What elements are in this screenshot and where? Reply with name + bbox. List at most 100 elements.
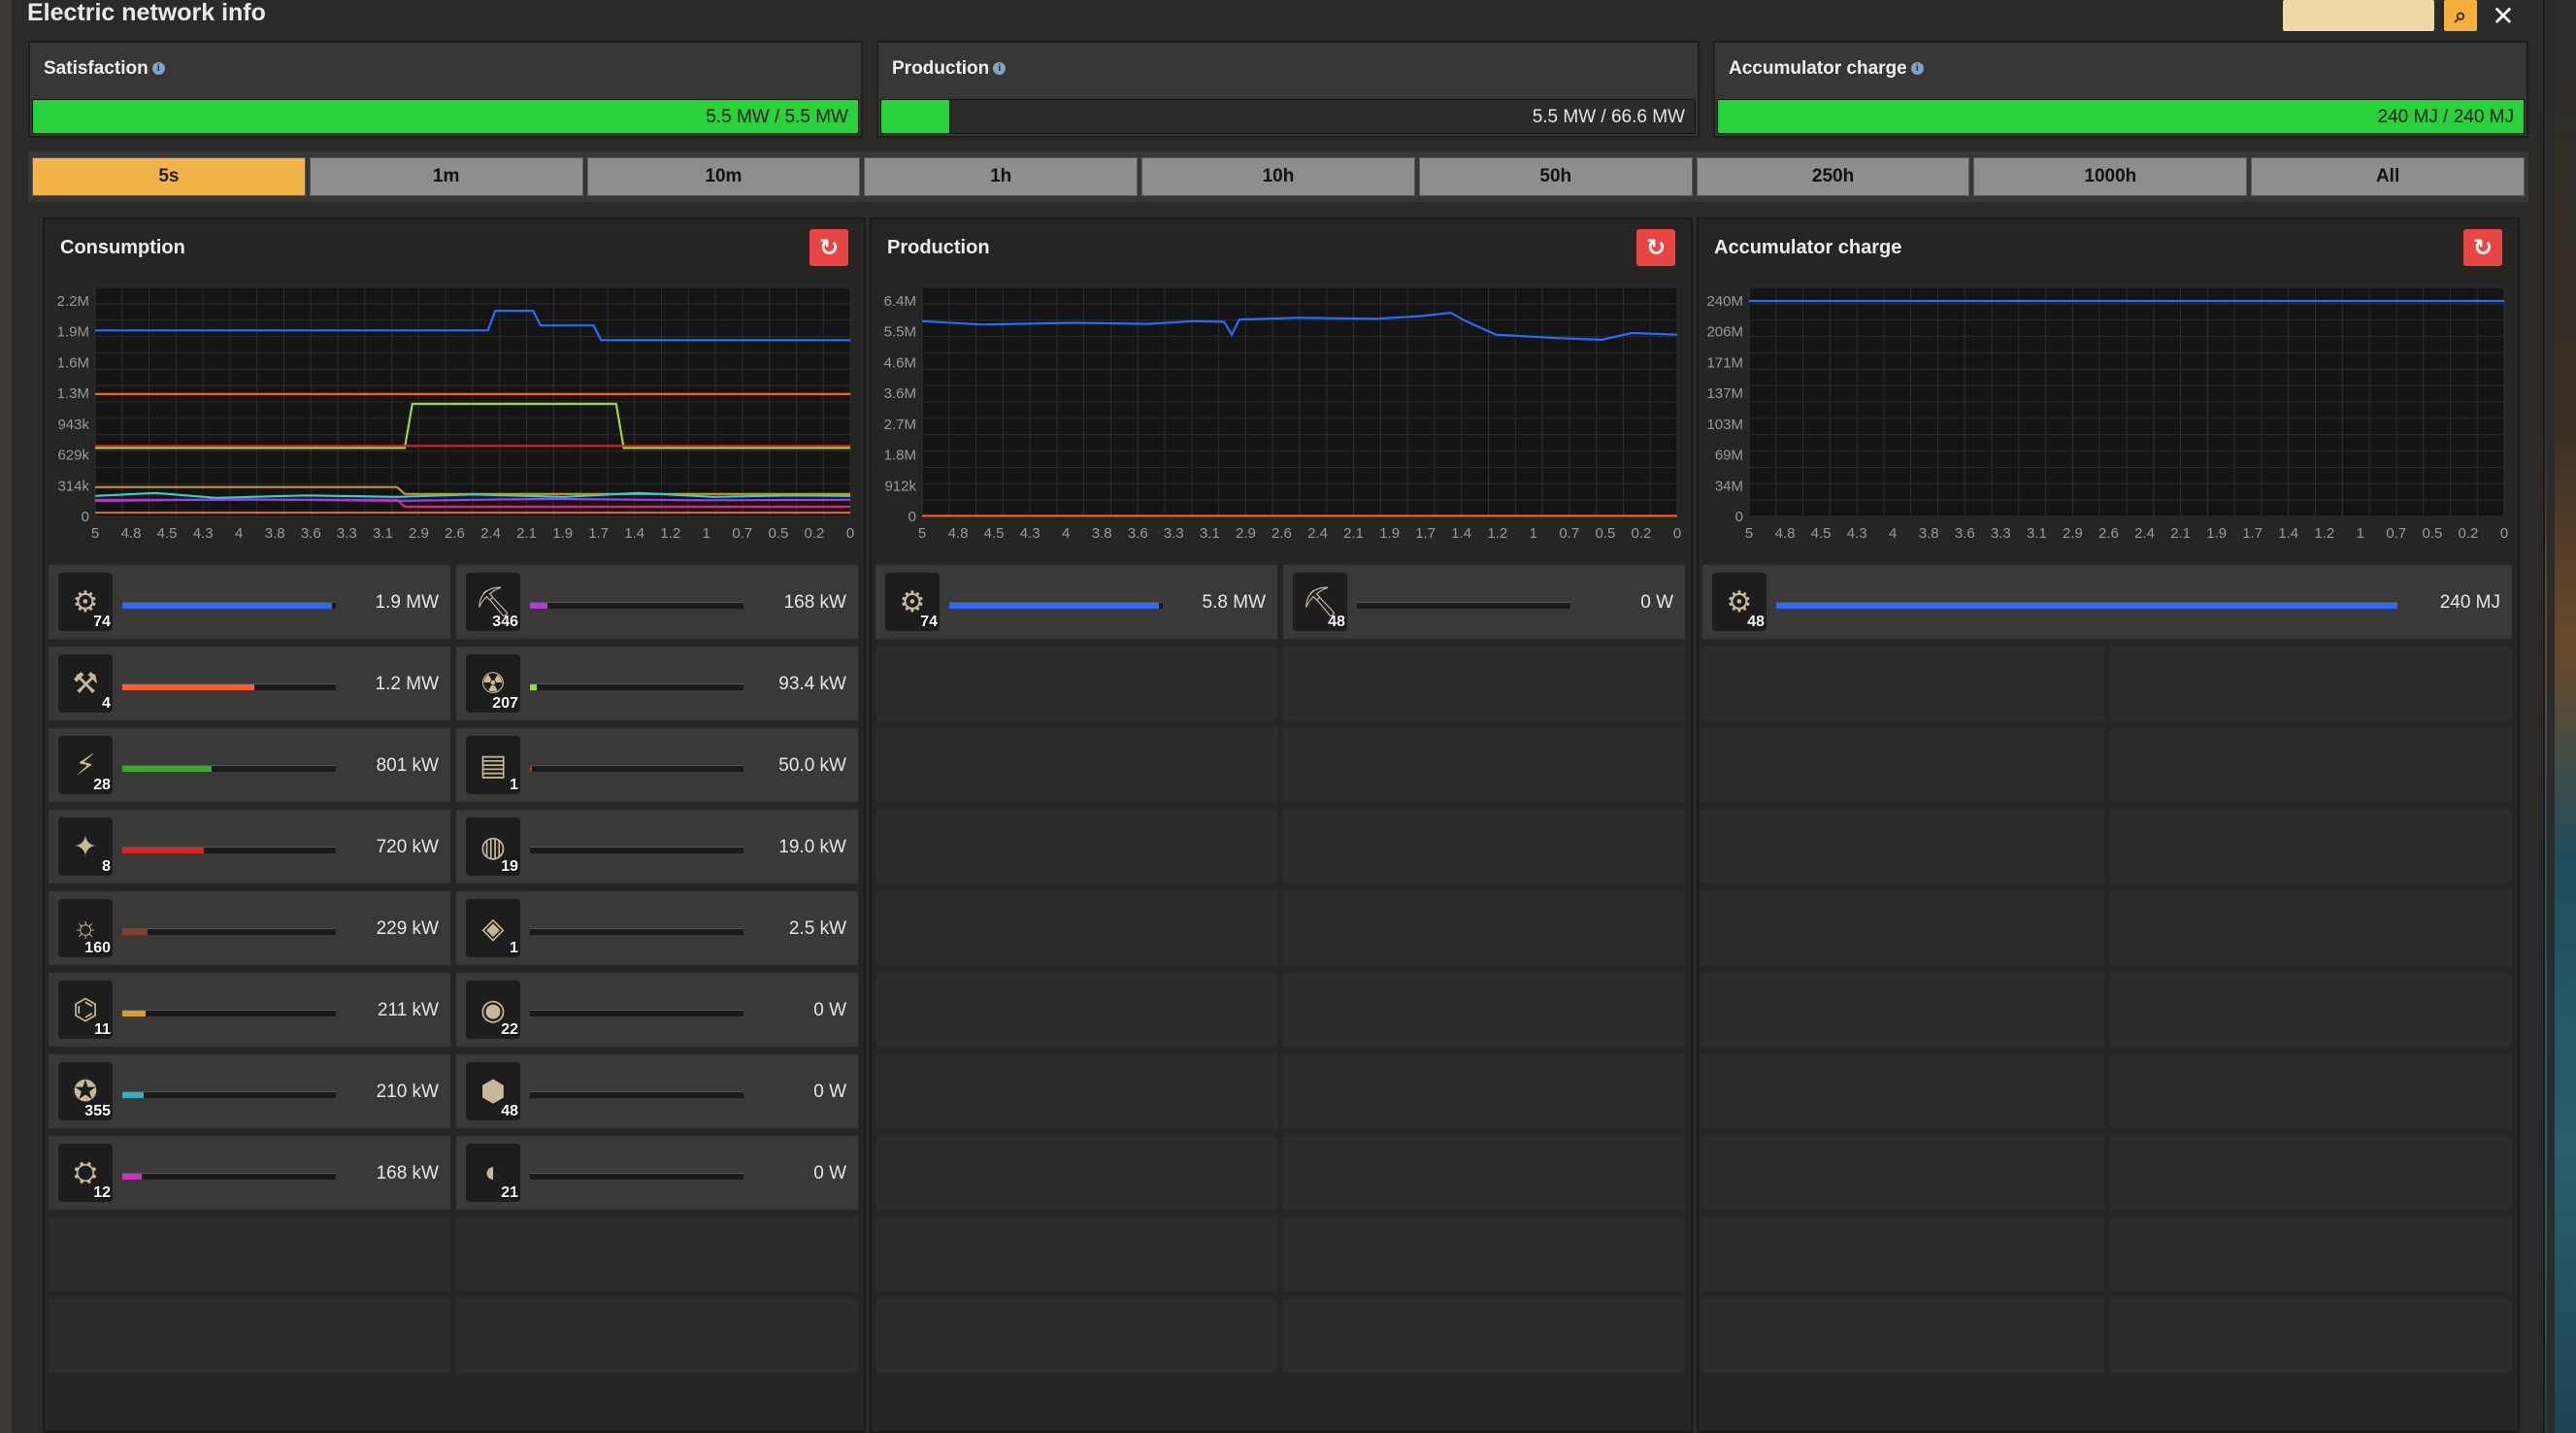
time-range-10h[interactable]: 10h: [1141, 157, 1415, 196]
power-value: 19.0 kW: [778, 837, 846, 857]
time-range-50h[interactable]: 50h: [1418, 157, 1693, 196]
accumulator-bar: 240 MJ / 240 MJ: [1717, 99, 2525, 134]
empty-slot: [2110, 891, 2512, 969]
time-range-1h[interactable]: 1h: [864, 157, 1139, 196]
accumulator-label: Accumulator charge: [1729, 58, 1907, 79]
list-item[interactable]: ⚙ 74 5.8 MW: [875, 565, 1277, 643]
list-item[interactable]: ⛭ 12 168 kW: [49, 1136, 450, 1214]
y-tick-label: 69M: [1715, 448, 1743, 464]
y-tick-label: 0: [1735, 509, 1743, 525]
entity-count: 12: [93, 1184, 111, 1201]
accumulator-graph: 240M206M171M137M103M69M34M05 4.8 4.5 4.3 4 3.…: [1706, 286, 2508, 542]
list-item[interactable]: ⌬ 11 211 kW: [49, 973, 450, 1050]
list-item[interactable]: ☢ 207 93.4 kW: [456, 647, 858, 724]
power-value: 93.4 kW: [778, 674, 846, 694]
empty-slot: [1702, 891, 2104, 969]
electric-network-window: Electric network info ⌕ ✕ Satisfaction i …: [12, 0, 2543, 1433]
x-tick-label: 4.8: [1775, 525, 1796, 542]
power-value: 210 kW: [376, 1082, 439, 1102]
empty-slot: [2110, 1136, 2512, 1214]
x-tick-label: 5: [91, 525, 99, 542]
x-tick-label: 0.7: [732, 525, 752, 542]
list-item[interactable]: ◈ 1 2.5 kW: [456, 891, 858, 969]
list-item[interactable]: ⛏ 48 0 W: [1283, 565, 1685, 643]
power-bar-fill: [530, 603, 547, 609]
production-reset-button[interactable]: ↻: [1636, 229, 1675, 266]
x-tick-label: 4: [235, 525, 243, 542]
machine-icon: ◈: [481, 912, 505, 945]
power-bar: [1776, 602, 2397, 609]
time-range-all[interactable]: All: [2251, 157, 2525, 196]
entity-count: 207: [492, 695, 518, 712]
info-icon[interactable]: i: [1910, 62, 1924, 76]
reset-icon: ↻: [1645, 234, 1667, 261]
empty-slot: [2110, 647, 2512, 724]
x-tick-label: 0.7: [1559, 525, 1579, 542]
entity-count: 160: [84, 940, 111, 956]
consumption-reset-button[interactable]: ↻: [809, 229, 848, 266]
list-item[interactable]: ◍ 19 19.0 kW: [456, 810, 858, 887]
x-tick-label: 2.1: [1343, 525, 1364, 542]
empty-slot: [1283, 1136, 1685, 1214]
info-icon[interactable]: i: [151, 62, 165, 76]
x-tick-label: 0.2: [805, 525, 825, 542]
list-item[interactable]: ⛏ 346 168 kW: [456, 565, 858, 643]
empty-slot: [875, 647, 1277, 724]
entity-icon: ⛭ 12: [58, 1144, 113, 1202]
list-item[interactable]: ⚡ 28 801 kW: [49, 728, 450, 806]
production-graph: 6.4M5.5M4.6M3.6M2.7M1.8M912k05 4.8 4.5 4.3 4…: [884, 286, 1681, 542]
power-value: 168 kW: [783, 592, 846, 613]
time-range-10m[interactable]: 10m: [586, 157, 861, 196]
y-tick-label: 314k: [57, 478, 89, 494]
list-item[interactable]: ◉ 22 0 W: [456, 973, 858, 1050]
info-icon[interactable]: i: [993, 62, 1007, 76]
y-tick-label: 2.7M: [884, 417, 916, 433]
y-tick-label: 1.6M: [57, 354, 89, 371]
empty-slot: [2110, 728, 2512, 806]
power-bar-fill: [122, 848, 204, 853]
list-item[interactable]: ✪ 355 210 kW: [49, 1054, 450, 1132]
search-button[interactable]: ⌕: [2444, 0, 2477, 31]
close-button[interactable]: ✕: [2487, 0, 2520, 31]
x-tick-label: 3.1: [1200, 525, 1220, 542]
x-tick-label: 4.5: [1811, 525, 1832, 542]
accumulator-summary: Accumulator charge i 240 MJ / 240 MJ: [1713, 41, 2528, 138]
list-item[interactable]: ⚙ 74 1.9 MW: [49, 565, 450, 643]
time-range-1m[interactable]: 1m: [309, 157, 583, 196]
list-item[interactable]: ☼ 160 229 kW: [49, 891, 450, 969]
list-item[interactable]: ⬢ 48 0 W: [456, 1054, 858, 1132]
list-item[interactable]: ▤ 1 50.0 kW: [456, 728, 858, 806]
empty-slot: [1283, 1217, 1685, 1295]
power-value: 0 W: [813, 1000, 846, 1020]
list-item[interactable]: ✦ 8 720 kW: [49, 810, 450, 887]
x-tick-label: 1: [703, 525, 710, 542]
x-tick-label: 3.3: [337, 525, 357, 542]
empty-slot: [1702, 1136, 2104, 1214]
satisfaction-label: Satisfaction: [44, 58, 149, 79]
y-tick-label: 3.6M: [884, 385, 916, 402]
reset-icon: ↻: [818, 234, 840, 261]
x-tick-label: 3.1: [2027, 525, 2047, 542]
empty-slot: [2110, 1217, 2512, 1295]
entity-count: 1: [510, 777, 518, 793]
power-bar-fill: [1776, 603, 2397, 609]
search-input[interactable]: [2283, 0, 2434, 31]
power-bar: [530, 683, 743, 690]
list-item[interactable]: ⚙ 48 240 MJ: [1702, 565, 2512, 643]
list-item[interactable]: ⚒ 4 1.2 MW: [49, 647, 450, 724]
time-range-5s[interactable]: 5s: [32, 157, 306, 196]
time-range-1000h[interactable]: 1000h: [1973, 157, 2248, 196]
time-range-250h[interactable]: 250h: [1696, 157, 1970, 196]
x-tick-label: 2.9: [409, 525, 429, 542]
consumption-title: Consumption: [60, 237, 185, 258]
y-tick-label: 206M: [1706, 324, 1743, 341]
list-item[interactable]: ◐ 21 0 W: [456, 1136, 858, 1214]
entity-icon: ⛏ 346: [466, 573, 520, 631]
accumulator-reset-button[interactable]: ↻: [2463, 229, 2502, 266]
production-label: Production: [892, 58, 990, 79]
machine-icon: ✦: [73, 830, 98, 863]
x-tick-label: 2.4: [480, 525, 501, 542]
y-tick-label: 6.4M: [884, 293, 916, 310]
x-tick-label: 3.3: [1991, 525, 2011, 542]
x-tick-label: 2.1: [516, 525, 537, 542]
